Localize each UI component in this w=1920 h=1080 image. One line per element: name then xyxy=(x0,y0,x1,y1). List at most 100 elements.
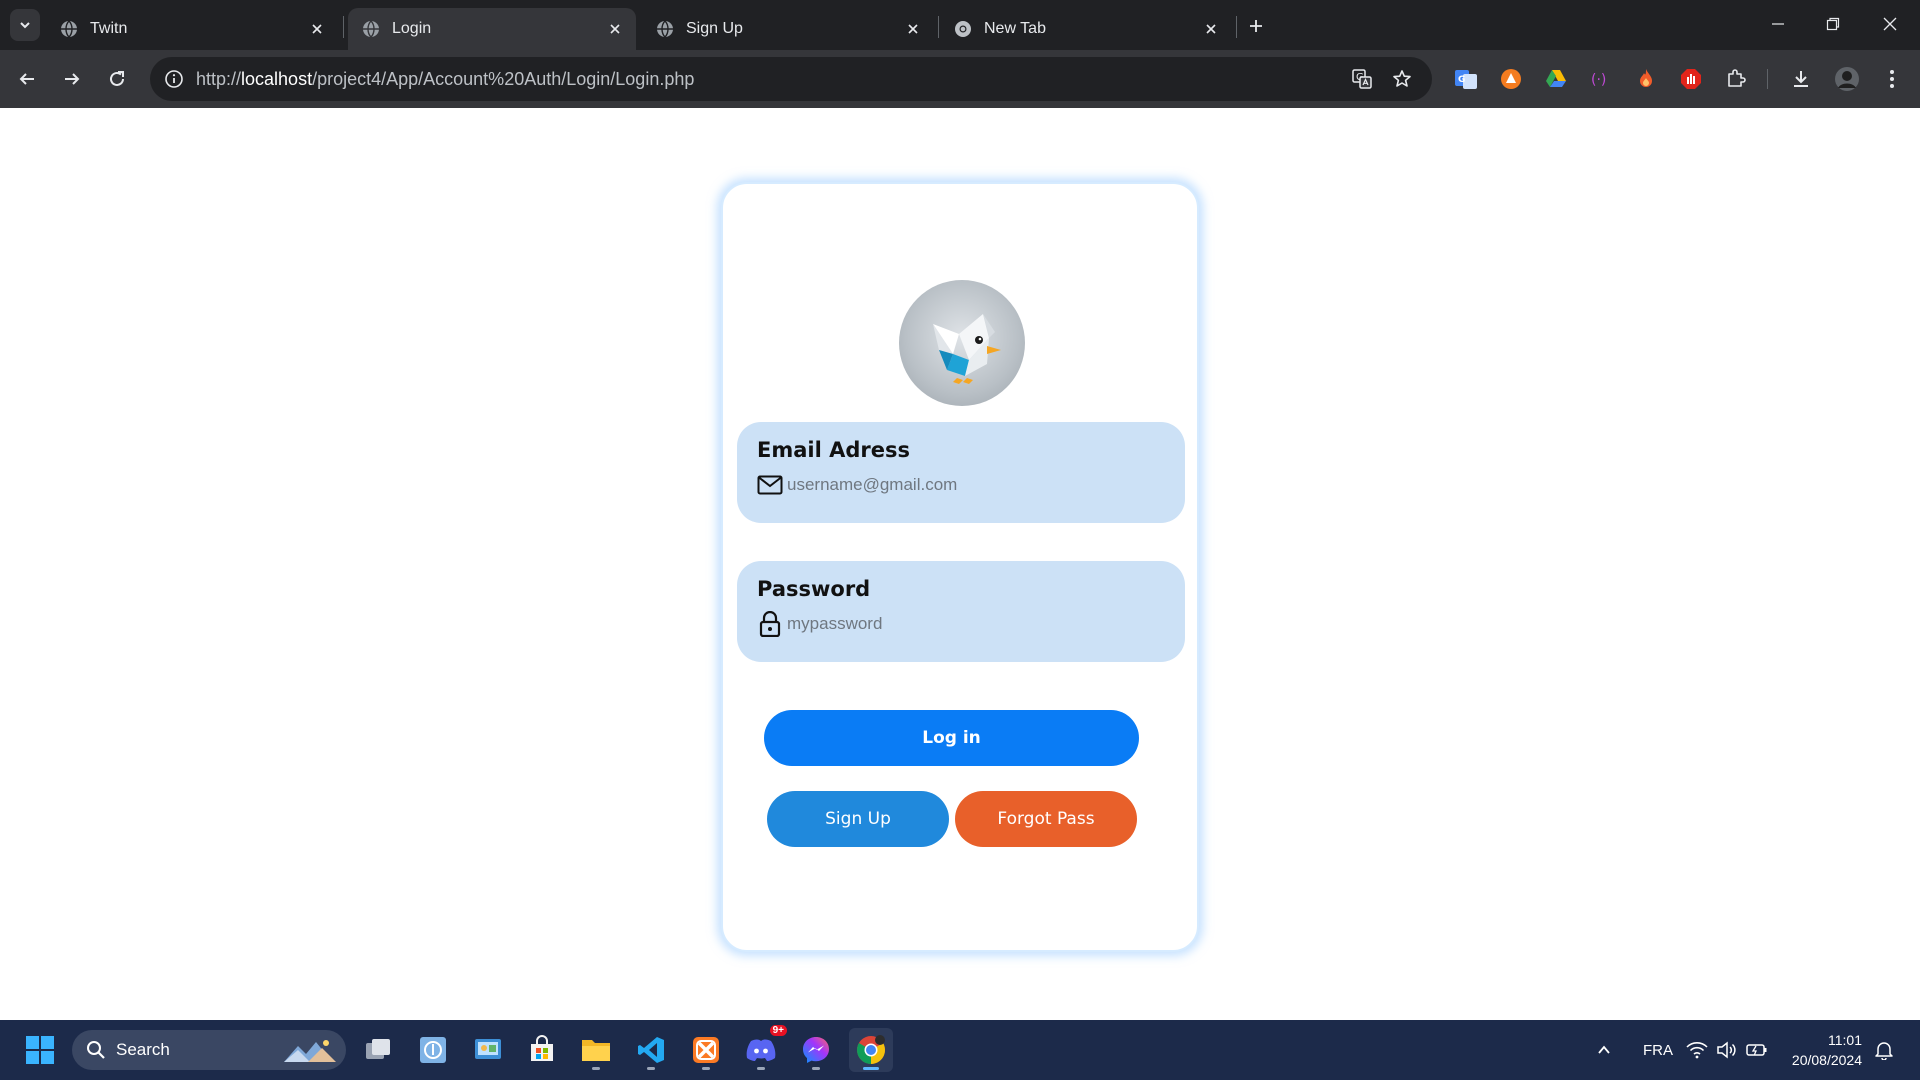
tab-title: Sign Up xyxy=(686,20,743,37)
envelope-icon xyxy=(757,472,783,498)
task-view-icon[interactable] xyxy=(356,1028,400,1072)
signup-button[interactable]: Sign Up xyxy=(767,791,949,847)
tab-new-tab[interactable]: New Tab xyxy=(940,8,1232,50)
google-translate-extension-icon[interactable]: G xyxy=(1452,65,1480,93)
chrome-taskbar-icon[interactable] xyxy=(849,1028,893,1072)
close-window-button[interactable] xyxy=(1870,8,1910,40)
email-label: Email Adress xyxy=(757,438,910,462)
close-icon[interactable] xyxy=(1200,18,1222,40)
translate-icon: G xyxy=(1352,69,1372,89)
minimize-button[interactable] xyxy=(1758,8,1798,40)
discord-icon[interactable]: 9+ xyxy=(739,1025,787,1072)
globe-icon xyxy=(60,20,78,38)
control-panel-icon[interactable] xyxy=(466,1028,510,1072)
clock-time: 11:01 xyxy=(1828,1032,1862,1048)
running-indicator xyxy=(647,1067,655,1070)
svg-text:G: G xyxy=(1458,75,1465,85)
running-indicator xyxy=(592,1067,600,1070)
login-button[interactable]: Log in xyxy=(764,710,1139,766)
url-text[interactable]: http://localhost/project4/App/Account%20… xyxy=(196,69,694,90)
chevron-up-icon[interactable] xyxy=(1592,1038,1616,1062)
language-indicator[interactable]: FRA xyxy=(1636,1038,1680,1062)
battery-icon[interactable] xyxy=(1745,1038,1769,1062)
more-menu-icon[interactable] xyxy=(1878,65,1906,93)
vscode-icon[interactable] xyxy=(629,1028,673,1072)
forward-button[interactable] xyxy=(56,63,88,95)
password-input[interactable] xyxy=(787,611,1147,637)
bookmark-button[interactable] xyxy=(1388,65,1416,93)
volume-icon[interactable] xyxy=(1715,1038,1739,1062)
translate-button[interactable]: G xyxy=(1348,65,1376,93)
running-indicator xyxy=(702,1067,710,1070)
restore-icon xyxy=(1826,17,1840,31)
file-explorer-icon[interactable] xyxy=(574,1028,618,1072)
url-path: /project4/App/Account%20Auth/Login/Login… xyxy=(312,69,695,89)
star-icon xyxy=(1393,70,1411,87)
search-icon xyxy=(87,1041,105,1059)
arrow-left-icon xyxy=(19,73,34,85)
xampp-icon[interactable] xyxy=(684,1028,728,1072)
url-host: localhost xyxy=(241,69,313,89)
tab-search-button[interactable] xyxy=(10,9,40,41)
globe-icon xyxy=(362,20,380,38)
taskbar-search[interactable]: Search xyxy=(72,1030,346,1070)
notification-bell-icon[interactable] xyxy=(1872,1038,1896,1062)
email-field-group: Email Adress xyxy=(737,422,1185,523)
arrow-right-icon xyxy=(65,73,80,85)
tab-title: Twitn xyxy=(90,20,128,37)
url-scheme: http:// xyxy=(196,69,242,89)
reload-button[interactable] xyxy=(101,63,133,95)
bird-logo xyxy=(899,280,1025,406)
chrome-icon xyxy=(954,20,972,38)
browser-toolbar: http://localhost/project4/App/Account%20… xyxy=(0,50,1920,108)
tab-divider xyxy=(1236,16,1237,38)
forgot-password-button[interactable]: Forgot Pass xyxy=(955,791,1137,847)
close-icon xyxy=(1883,17,1897,31)
reload-icon xyxy=(110,71,124,86)
login-card: Email Adress Password Log in Sign Up For… xyxy=(721,182,1199,952)
tab-title: New Tab xyxy=(984,20,1046,37)
email-input[interactable] xyxy=(787,472,1147,498)
close-icon[interactable] xyxy=(604,18,626,40)
system-clock[interactable]: 11:01 20/08/2024 xyxy=(1782,1030,1862,1070)
tab-signup[interactable]: Sign Up xyxy=(642,8,934,50)
extensions-puzzle-icon[interactable] xyxy=(1722,65,1750,93)
mountain-landscape-icon xyxy=(284,1040,336,1062)
globe-icon xyxy=(656,20,674,38)
site-info-icon[interactable] xyxy=(162,67,186,91)
active-indicator xyxy=(863,1067,879,1070)
close-icon[interactable] xyxy=(306,18,328,40)
download-icon[interactable] xyxy=(1787,65,1815,93)
windows-taskbar: Search 9+ FRA 11:01 20/08/2024 xyxy=(0,1020,1920,1080)
chevron-down-icon xyxy=(20,22,30,29)
tab-twitn[interactable]: Twitn xyxy=(46,8,338,50)
microsoft-store-icon[interactable] xyxy=(520,1028,564,1072)
messenger-icon[interactable] xyxy=(794,1028,838,1072)
lock-icon xyxy=(757,611,783,637)
back-button[interactable] xyxy=(11,63,43,95)
fire-extension-icon[interactable] xyxy=(1632,65,1660,93)
svg-text:(·): (·) xyxy=(1591,72,1606,88)
search-label: Search xyxy=(116,1040,170,1059)
tab-login[interactable]: Login xyxy=(348,8,636,50)
minimize-icon xyxy=(1772,23,1784,25)
windows-logo-icon xyxy=(26,1036,54,1064)
password-label: Password xyxy=(757,577,871,601)
restore-button[interactable] xyxy=(1813,8,1853,40)
wifi-icon[interactable] xyxy=(1685,1038,1709,1062)
running-indicator xyxy=(757,1067,765,1070)
page-content: Email Adress Password Log in Sign Up For… xyxy=(0,108,1920,1020)
new-tab-button[interactable] xyxy=(1242,12,1270,40)
running-indicator xyxy=(812,1067,820,1070)
close-icon[interactable] xyxy=(902,18,924,40)
radio-extension-icon[interactable]: (·) xyxy=(1587,65,1615,93)
profile-avatar[interactable] xyxy=(1833,65,1861,93)
fingerprint-app-icon[interactable] xyxy=(411,1028,455,1072)
google-drive-extension-icon[interactable] xyxy=(1542,65,1570,93)
address-bar[interactable]: http://localhost/project4/App/Account%20… xyxy=(150,57,1432,101)
avast-extension-icon[interactable] xyxy=(1497,65,1525,93)
tab-strip: Twitn Login Sign Up New Tab xyxy=(0,0,1920,50)
start-button[interactable] xyxy=(18,1028,62,1072)
tab-divider xyxy=(343,16,344,38)
adblock-extension-icon[interactable] xyxy=(1677,65,1705,93)
